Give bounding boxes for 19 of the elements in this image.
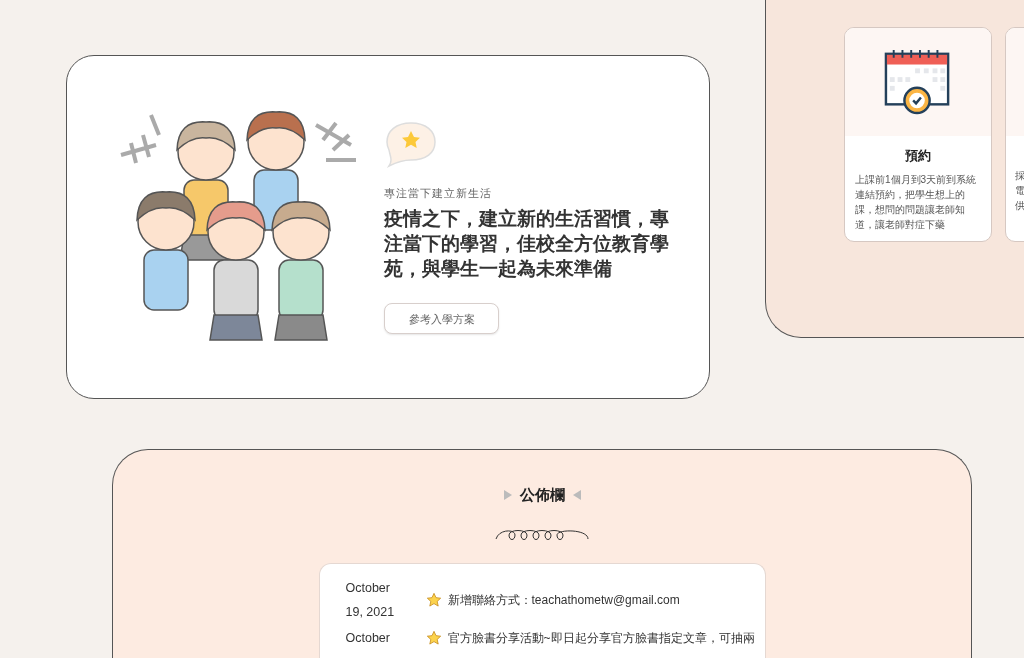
- step-description: 上課前1個月到3天前到系統連結預約，把學生想上的課，想問的問題讓老師知道，讓老師對症下藥: [855, 172, 978, 232]
- step-description: 電: [1015, 184, 1024, 198]
- notice-date: October: [345, 629, 391, 647]
- step-description: 供: [1015, 199, 1024, 213]
- calendar-check-icon: [884, 48, 952, 116]
- admission-plan-button[interactable]: 參考入學方案: [384, 303, 499, 335]
- step-description: 採: [1015, 169, 1024, 183]
- notice-board-title: 公佈欄: [519, 485, 565, 505]
- hero-heading: 疫情之下，建立新的生活習慣，專注當下的學習，佳校全方位教育學苑，與學生一起為未來準備: [384, 207, 670, 282]
- notice-date: October 19, 2021: [345, 579, 396, 621]
- notice-link[interactable]: 官方臉書分享活動~即日起分享官方臉書指定文章，可抽兩: [447, 628, 755, 647]
- hero-subtitle: 專注當下建立新生活: [384, 185, 493, 201]
- speech-bubble-icon: [384, 119, 438, 168]
- left-triangle-icon: [572, 490, 581, 501]
- star-icon: [425, 629, 442, 646]
- star-icon: [425, 591, 442, 608]
- notice-link[interactable]: 新增聯絡方式：teachathometw@gmail.com: [447, 590, 680, 609]
- step-title: 預約: [904, 147, 932, 165]
- right-triangle-icon: [503, 490, 512, 501]
